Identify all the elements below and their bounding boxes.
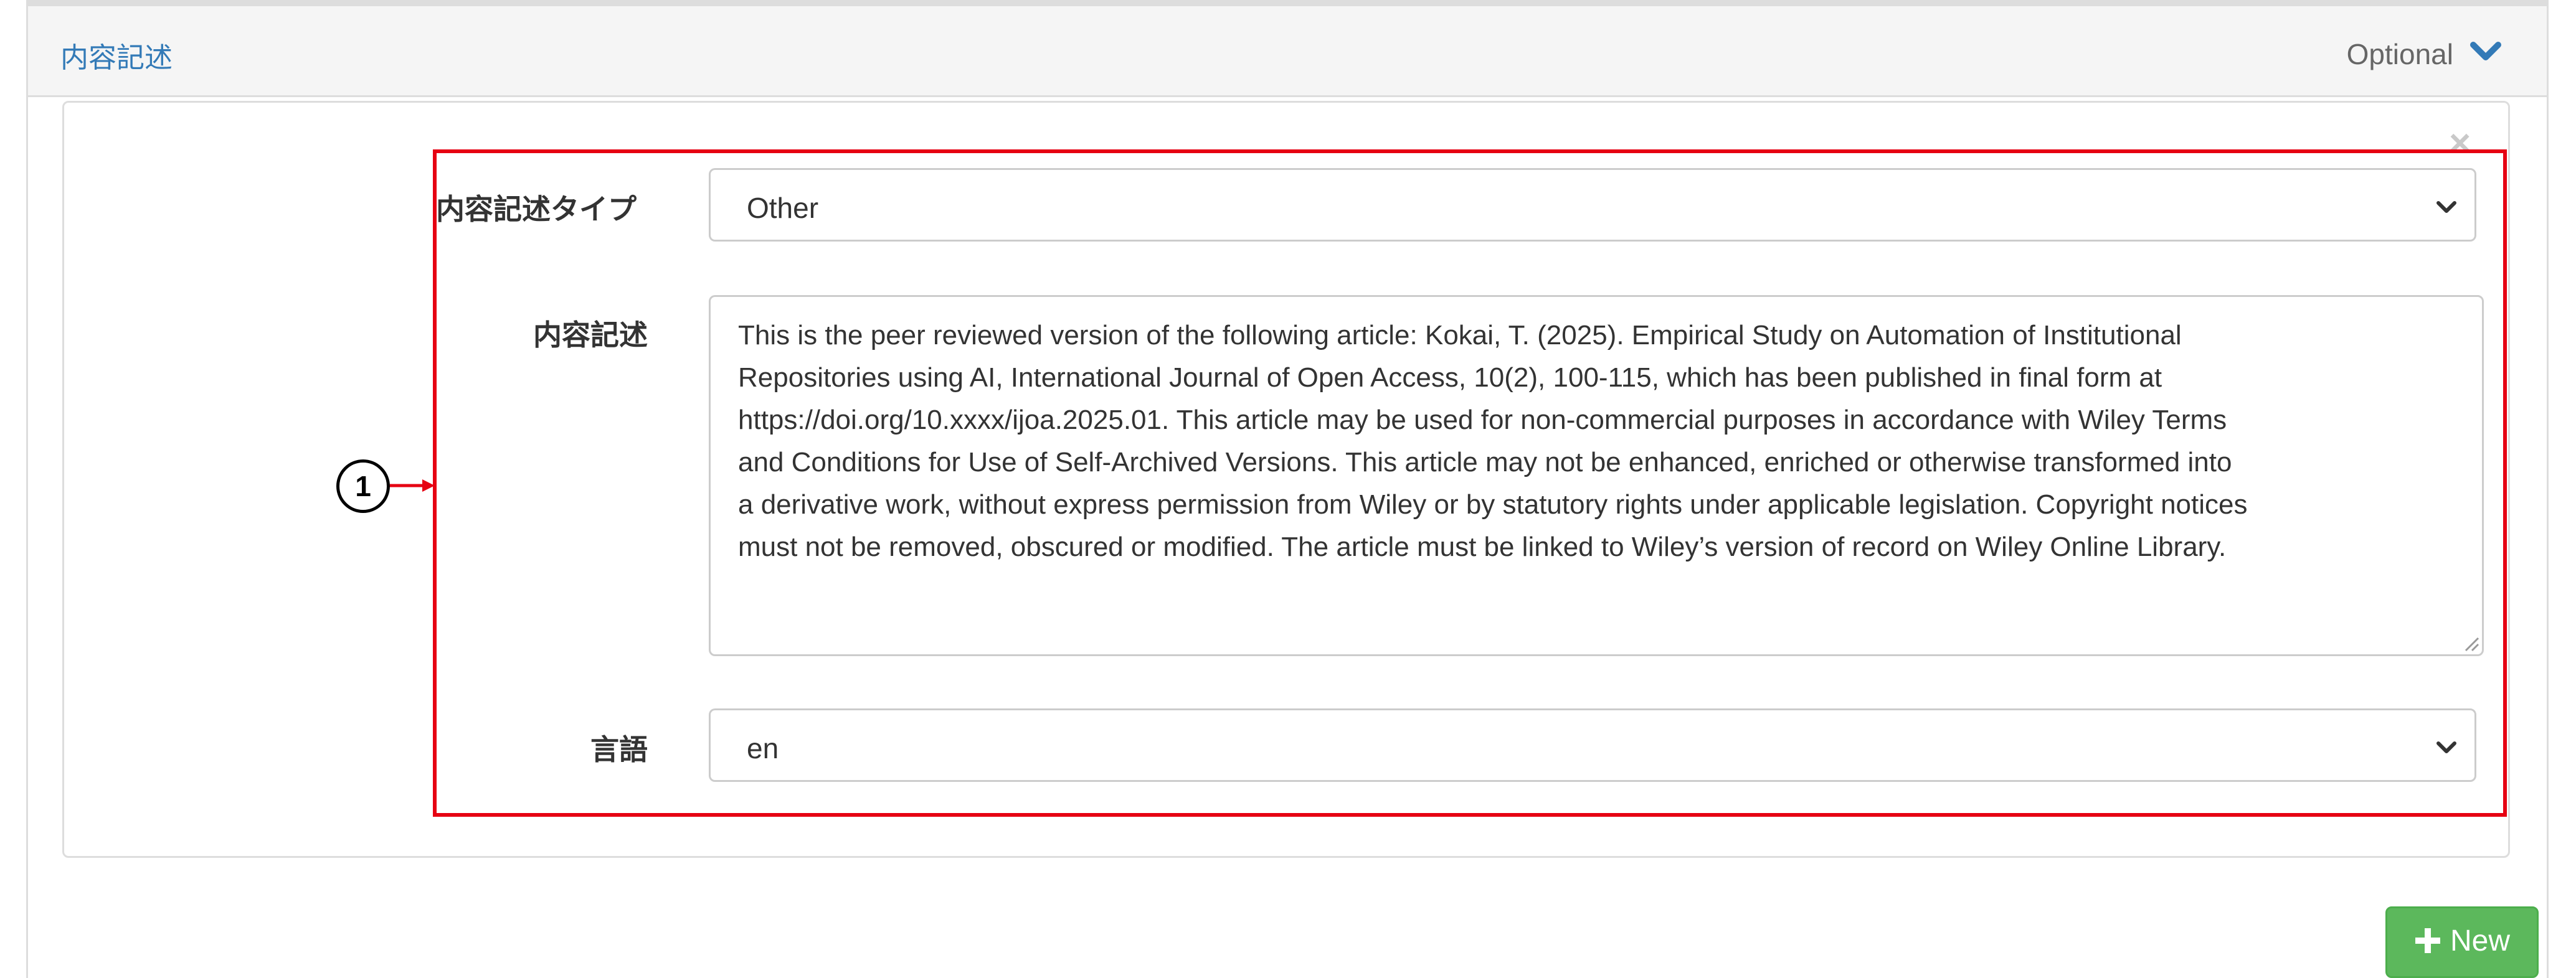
close-icon[interactable]: × [2449, 125, 2471, 162]
description-type-value: Other [747, 192, 819, 224]
annotation-callout: 1 [336, 459, 390, 513]
chevron-down-icon [2436, 201, 2456, 213]
description-text: This is the peer reviewed version of the… [738, 320, 2248, 562]
language-value: en [747, 732, 779, 764]
optional-label: Optional [2346, 38, 2453, 70]
chevron-down-icon[interactable] [2467, 32, 2504, 70]
arrow-right-icon [390, 479, 435, 492]
new-button[interactable]: New [2385, 906, 2539, 978]
description-type-select[interactable]: Other [709, 168, 2476, 242]
chevron-down-icon [2436, 741, 2456, 753]
description-type-label: 内容記述タイプ [436, 193, 637, 225]
new-button-label: New [2450, 924, 2511, 957]
language-label: 言語 [590, 733, 648, 766]
description-label: 内容記述 [533, 319, 648, 351]
resize-grip-icon[interactable] [2462, 634, 2479, 652]
panel-title[interactable]: 内容記述 [60, 35, 173, 75]
description-textarea[interactable]: This is the peer reviewed version of the… [709, 295, 2484, 656]
panel-heading[interactable]: 内容記述 Optional [28, 6, 2547, 97]
plus-icon [2415, 928, 2440, 953]
language-select[interactable]: en [709, 708, 2476, 782]
